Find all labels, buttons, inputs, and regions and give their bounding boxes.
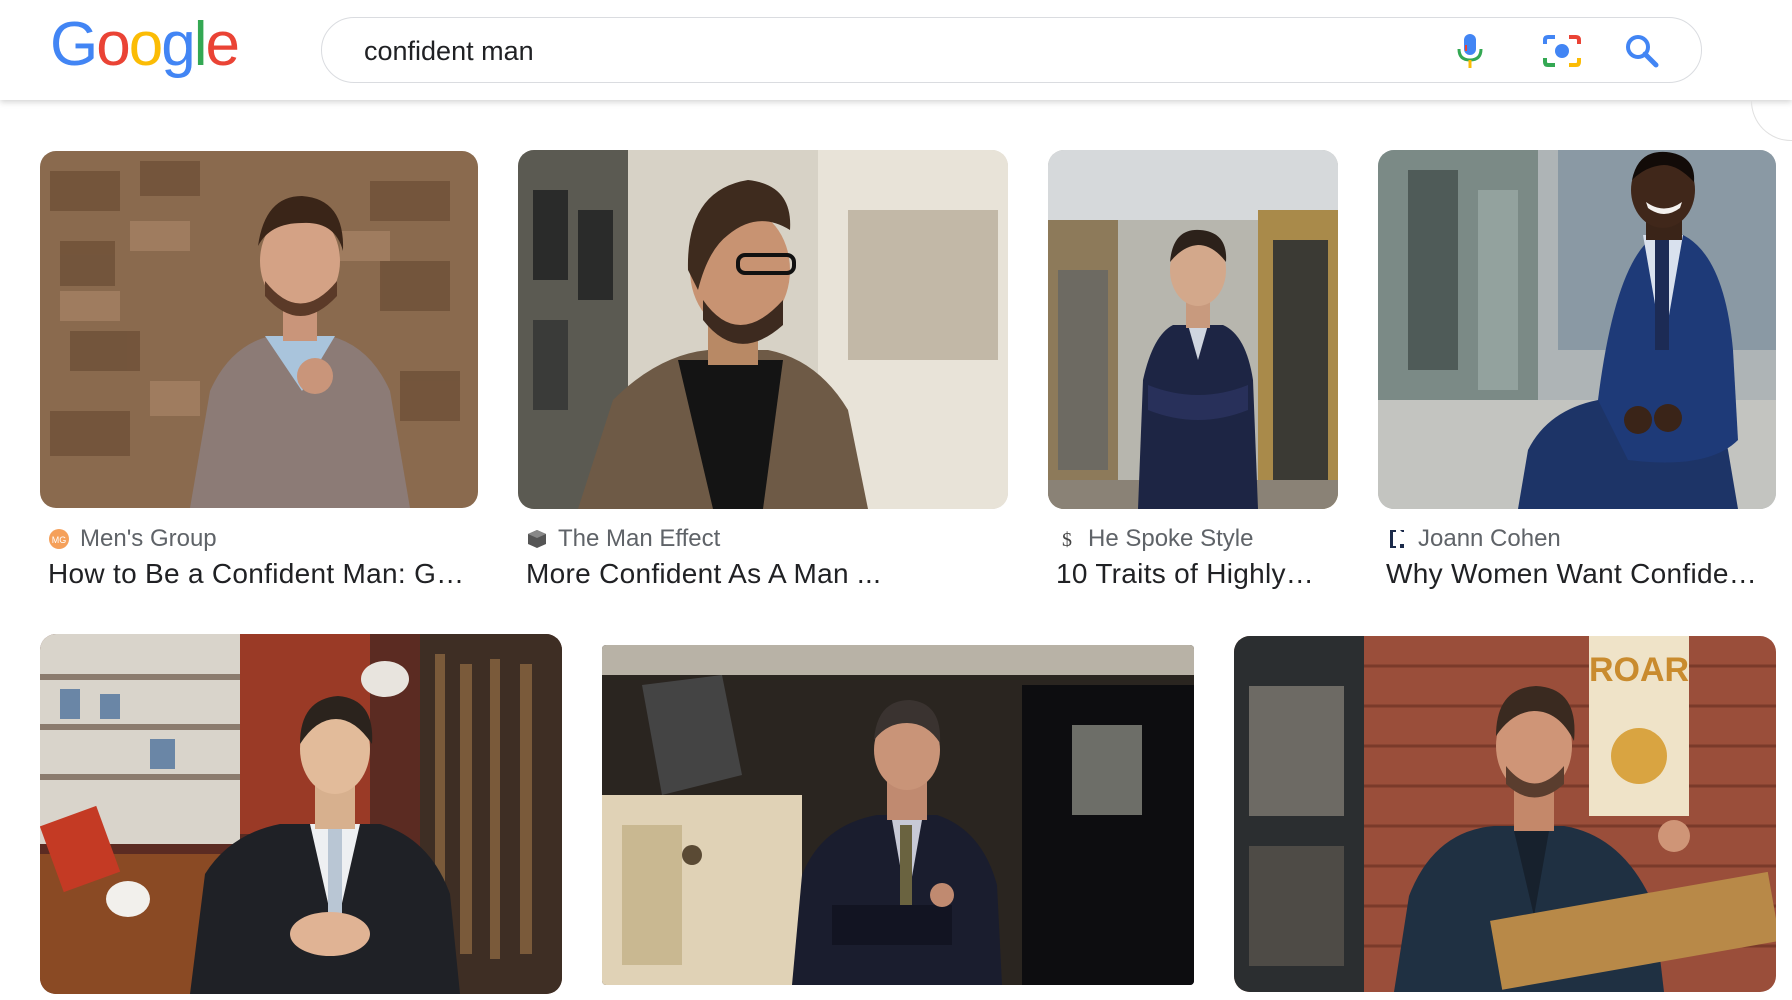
logo-letter: G (50, 10, 98, 79)
svg-text:ROAR: ROAR (1589, 651, 1689, 689)
dollar-logo-icon: $ (1056, 528, 1078, 550)
result-title[interactable]: 10 Traits of Highly Confident Men (1056, 558, 1314, 590)
top-bar: Google (0, 0, 1792, 141)
source-name: Men's Group (80, 525, 217, 552)
logo-letter: o (96, 10, 131, 79)
camera-lens-icon[interactable] (1541, 32, 1583, 70)
result-thumbnail[interactable] (602, 645, 1194, 985)
svg-text:$: $ (1062, 529, 1072, 550)
search-icon[interactable] (1623, 32, 1661, 70)
logo-letter: l (193, 10, 208, 79)
result-title[interactable]: How to Be a Confident Man: Guide... (48, 558, 468, 590)
result-source[interactable]: MG Men's Group (48, 525, 217, 553)
search-box (321, 17, 1702, 84)
source-name: The Man Effect (558, 525, 721, 552)
result-thumbnail[interactable] (1378, 150, 1776, 509)
result-thumbnail[interactable]: ROAR (1234, 636, 1776, 992)
image-result-card[interactable]: ROAR (1234, 636, 1776, 992)
result-thumbnail[interactable] (40, 151, 478, 508)
search-input[interactable] (362, 18, 1366, 84)
svg-text:MG: MG (52, 535, 67, 545)
result-thumbnail[interactable] (40, 634, 562, 994)
image-results-grid: MG Men's Group How to Be a Confident Man… (0, 0, 1792, 1000)
image-result-card[interactable]: $ He Spoke Style 10 Traits of Highly Con… (1048, 150, 1338, 600)
result-thumbnail[interactable] (1048, 150, 1338, 509)
image-result-card[interactable] (40, 634, 562, 994)
result-source[interactable]: $ He Spoke Style (1056, 525, 1253, 553)
logo-letter: o (128, 10, 164, 79)
image-result-card[interactable]: Joann Cohen Why Women Want Confident Men (1378, 150, 1776, 600)
bracket-logo-icon (1386, 528, 1408, 550)
google-logo[interactable]: Google (50, 10, 240, 79)
result-source[interactable]: The Man Effect (526, 525, 720, 553)
image-result-card[interactable] (602, 645, 1194, 985)
cube-icon (526, 528, 548, 550)
result-source[interactable]: Joann Cohen (1386, 525, 1561, 553)
logo-letter: e (205, 10, 240, 79)
source-name: Joann Cohen (1418, 525, 1561, 552)
result-thumbnail[interactable] (518, 150, 1008, 509)
mic-icon[interactable] (1451, 32, 1489, 70)
result-title[interactable]: More Confident As A Man ... (526, 558, 1006, 590)
mg-logo-icon: MG (48, 528, 70, 550)
image-result-card[interactable]: MG Men's Group How to Be a Confident Man… (40, 151, 478, 601)
logo-letter: g (161, 10, 196, 79)
source-name: He Spoke Style (1088, 525, 1254, 552)
image-result-card[interactable]: The Man Effect More Confident As A Man .… (518, 150, 1008, 600)
result-title[interactable]: Why Women Want Confident Men (1386, 558, 1770, 590)
